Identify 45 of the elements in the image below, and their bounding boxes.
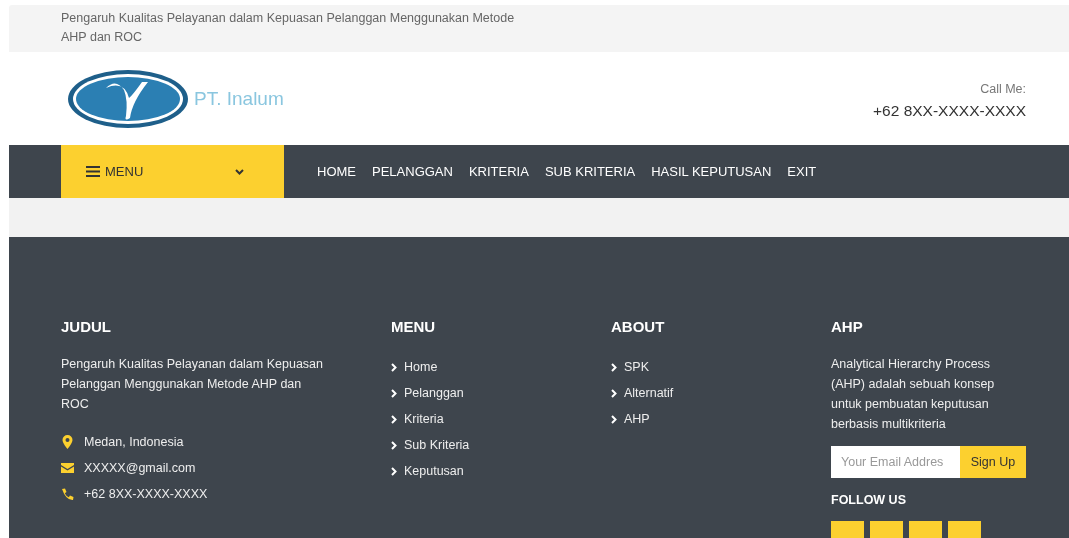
footer-link[interactable]: SPK — [624, 360, 649, 374]
nav-link[interactable]: KRITERIA — [468, 164, 529, 179]
footer-heading: ABOUT — [611, 317, 666, 337]
phone-number: +62 8XX-XXXX-XXXX — [873, 101, 1026, 120]
menu-button[interactable]: MENU — [61, 145, 284, 198]
footer-link[interactable]: AHP — [624, 412, 650, 426]
brand-name: PT. Inalum — [194, 87, 284, 110]
nav-link[interactable]: HASIL KEPUTUSAN — [651, 164, 772, 179]
footer-link[interactable]: Keputusan — [404, 464, 464, 478]
footer-description: Analytical Hierarchy Process (AHP) adalah sebuah konsep untuk pembuatan keputusan berbasis multikriteria — [831, 356, 996, 433]
footer-link[interactable]: Sub Kriteria — [404, 438, 470, 452]
follow-heading: FOLLOW US — [831, 493, 907, 507]
envelope-icon — [61, 463, 74, 473]
logo-icon — [66, 67, 190, 130]
call-label: Call Me: — [980, 81, 1026, 96]
footer-link[interactable]: Kriteria — [404, 412, 444, 426]
email-field[interactable]: Your Email Addres — [831, 446, 960, 478]
sign-up-button[interactable]: Sign Up — [960, 446, 1026, 478]
contact-text: +62 8XX-XXXX-XXXX — [84, 487, 208, 501]
footer-link[interactable]: Pelanggan — [404, 386, 464, 400]
nav-link[interactable]: EXIT — [787, 164, 817, 179]
chevron-icon — [611, 414, 617, 424]
footer-link[interactable]: Home — [404, 360, 438, 374]
footer-description: Pengaruh Kualitas Pelayanan dalam Kepuasan Pelanggan Menggunakan Metode AHP dan ROC — [61, 356, 324, 413]
phone-icon — [61, 487, 74, 501]
footer-heading: AHP — [831, 317, 864, 337]
site-subtitle: Pengaruh Kualitas Pelayanan dalam Kepuasan Pelanggan Menggunakan Metode AHP dan ROC — [61, 10, 516, 46]
chevron-icon — [391, 388, 397, 398]
location-pin-icon — [61, 435, 74, 449]
chevron-icon — [391, 466, 397, 476]
contact-text: XXXXX@gmail.com — [84, 461, 196, 475]
caret-icon — [235, 168, 244, 175]
footer-heading: MENU — [391, 317, 437, 337]
chevron-icon — [611, 362, 617, 372]
chevron-icon — [391, 414, 397, 424]
nav-link[interactable]: HOME — [317, 164, 356, 179]
chevron-icon — [391, 362, 397, 372]
contact-text: Medan, Indonesia — [84, 435, 184, 449]
nav-link[interactable]: PELANGGAN — [372, 164, 453, 179]
footer-heading: JUDUL — [61, 317, 112, 337]
footer-link[interactable]: Alternatif — [624, 386, 674, 400]
menu-icon — [86, 166, 100, 177]
chevron-icon — [391, 440, 397, 450]
chevron-icon — [611, 388, 617, 398]
nav-link[interactable]: SUB KRITERIA — [544, 164, 636, 179]
